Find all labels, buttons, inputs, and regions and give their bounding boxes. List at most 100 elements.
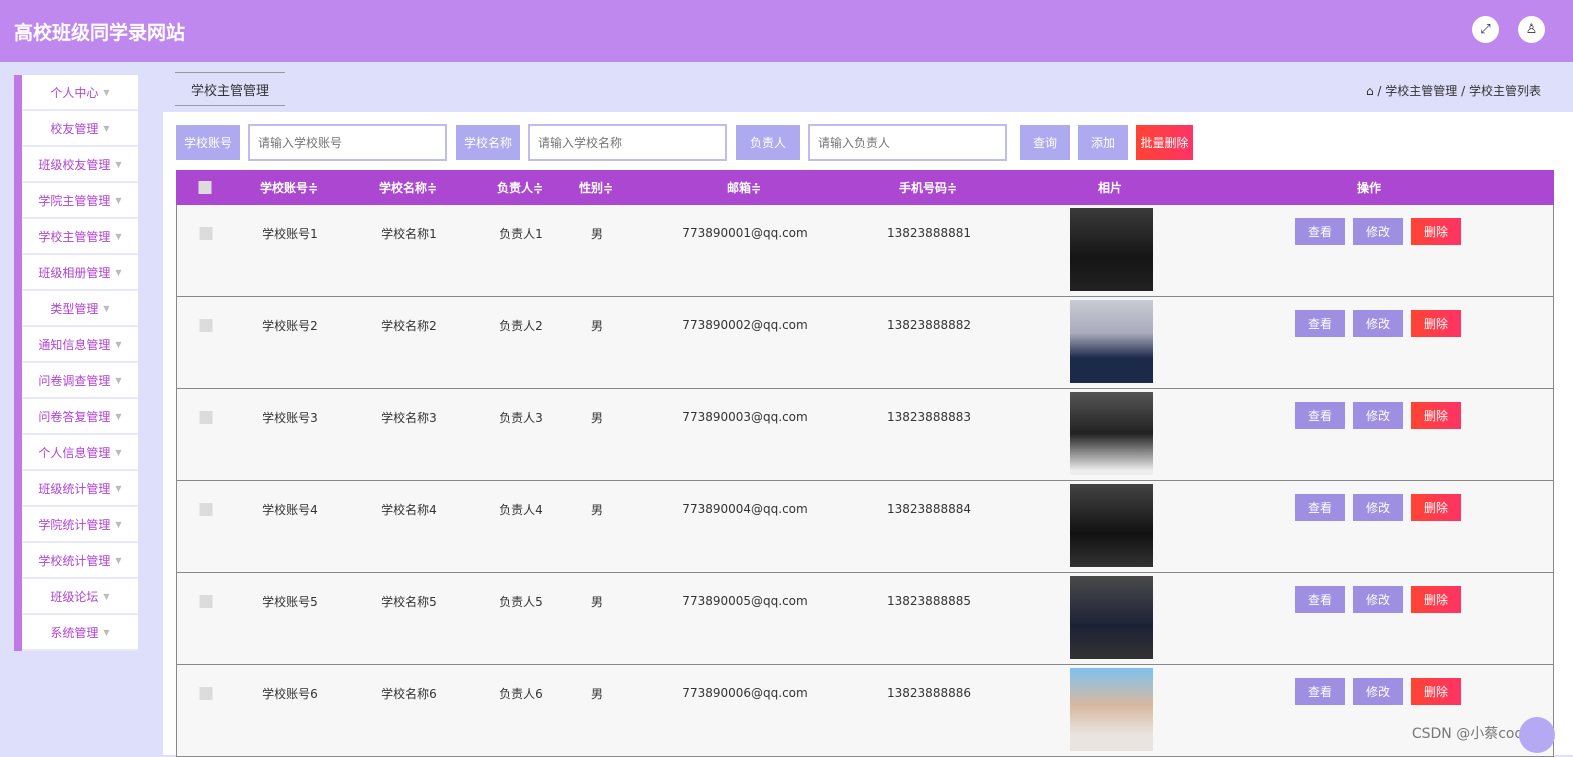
cell-email: 773890003@qq.com <box>682 410 808 424</box>
sidebar-item[interactable]: 班级相册管理 ▼ <box>22 255 138 291</box>
sidebar-item[interactable]: 问卷答复管理 ▼ <box>22 399 138 435</box>
cell-owner: 负责人2 <box>499 318 543 333</box>
delete-button[interactable]: 删除 <box>1411 494 1461 521</box>
sidebar-item[interactable]: 学校统计管理 ▼ <box>22 543 138 579</box>
row-checkbox[interactable] <box>199 483 213 535</box>
delete-button[interactable]: 删除 <box>1411 310 1461 337</box>
photo-thumbnail[interactable] <box>1070 668 1153 751</box>
edit-button[interactable]: 修改 <box>1353 402 1403 429</box>
sidebar-item[interactable]: 系统管理 ▼ <box>22 615 138 651</box>
sidebar-item-label: 系统管理 <box>50 625 99 640</box>
caret-down-icon: ▼ <box>103 627 110 637</box>
view-button[interactable]: 查看 <box>1295 678 1345 705</box>
cell-email: 773890001@qq.com <box>682 226 808 240</box>
edit-button[interactable]: 修改 <box>1353 586 1403 613</box>
cell-name: 学校名称4 <box>381 502 437 517</box>
table-row: 学校账号5 学校名称5 负责人5 男 773890005@qq.com 138238888… <box>176 573 1554 665</box>
sidebar-item[interactable]: 通知信息管理 ▼ <box>22 327 138 363</box>
photo-thumbnail[interactable] <box>1070 392 1153 475</box>
owner-label: 负责人 <box>736 125 800 160</box>
table-row: 学校账号1 学校名称1 负责人1 男 773890001@qq.com 138238888… <box>176 205 1554 297</box>
select-all-checkbox[interactable] <box>198 170 212 205</box>
cell-name: 学校名称1 <box>381 226 437 241</box>
cell-account: 学校账号1 <box>262 226 318 241</box>
sidebar-item-label: 学校主管管理 <box>38 229 111 244</box>
photo-thumbnail[interactable] <box>1070 484 1153 567</box>
column-header[interactable]: 性别≑ <box>579 170 613 205</box>
sidebar-item[interactable]: 学院统计管理 ▼ <box>22 507 138 543</box>
breadcrumb-item[interactable]: 学校主管管理 <box>1385 84 1457 98</box>
cell-account: 学校账号2 <box>262 318 318 333</box>
cell-account: 学校账号3 <box>262 410 318 425</box>
school-name-input[interactable] <box>528 124 727 161</box>
cell-account: 学校账号5 <box>262 594 318 609</box>
school-account-input[interactable] <box>248 124 447 161</box>
sidebar-item[interactable]: 个人中心 ▼ <box>22 75 138 111</box>
sidebar-item[interactable]: 学校主管管理 ▼ <box>22 219 138 255</box>
photo-thumbnail[interactable] <box>1070 208 1153 291</box>
cell-gender: 男 <box>590 318 604 333</box>
view-button[interactable]: 查看 <box>1295 586 1345 613</box>
add-button[interactable]: 添加 <box>1078 125 1128 160</box>
view-button[interactable]: 查看 <box>1295 494 1345 521</box>
table-row: 学校账号2 学校名称2 负责人2 男 773890002@qq.com 138238888… <box>176 297 1554 389</box>
view-button[interactable]: 查看 <box>1295 310 1345 337</box>
cell-owner: 负责人5 <box>499 594 543 609</box>
tab-school-manager[interactable]: 学校主管管理 <box>175 72 285 106</box>
cell-email: 773890005@qq.com <box>682 594 808 608</box>
user-icon[interactable]: ♙ <box>1518 16 1545 43</box>
sidebar-item[interactable]: 类型管理 ▼ <box>22 291 138 327</box>
row-checkbox[interactable] <box>199 207 213 259</box>
delete-button[interactable]: 删除 <box>1411 678 1461 705</box>
cell-phone: 13823888882 <box>887 318 971 332</box>
photo-thumbnail[interactable] <box>1070 576 1153 659</box>
sidebar-item[interactable]: 班级论坛 ▼ <box>22 579 138 615</box>
delete-button[interactable]: 删除 <box>1411 402 1461 429</box>
view-button[interactable]: 查看 <box>1295 402 1345 429</box>
caret-down-icon: ▼ <box>103 123 110 133</box>
edit-button[interactable]: 修改 <box>1353 310 1403 337</box>
batch-delete-button[interactable]: 批量删除 <box>1136 125 1193 160</box>
caret-down-icon: ▼ <box>115 195 122 205</box>
edit-button[interactable]: 修改 <box>1353 494 1403 521</box>
delete-button[interactable]: 删除 <box>1411 218 1461 245</box>
column-header[interactable]: 学校名称≑ <box>379 170 437 205</box>
view-button[interactable]: 查看 <box>1295 218 1345 245</box>
sidebar-item[interactable]: 班级校友管理 ▼ <box>22 147 138 183</box>
cell-owner: 负责人3 <box>499 410 543 425</box>
sidebar-item-label: 问卷答复管理 <box>38 409 111 424</box>
row-checkbox[interactable] <box>199 667 213 719</box>
photo-thumbnail[interactable] <box>1070 300 1153 383</box>
edit-button[interactable]: 修改 <box>1353 218 1403 245</box>
caret-down-icon: ▼ <box>115 483 122 493</box>
owner-input[interactable] <box>808 124 1007 161</box>
floating-button[interactable] <box>1519 717 1555 753</box>
query-button[interactable]: 查询 <box>1020 125 1070 160</box>
sidebar-item[interactable]: 校友管理 ▼ <box>22 111 138 147</box>
row-checkbox[interactable] <box>199 575 213 627</box>
sidebar-item[interactable]: 问卷调查管理 ▼ <box>22 363 138 399</box>
edit-button[interactable]: 修改 <box>1353 678 1403 705</box>
cell-gender: 男 <box>590 686 604 701</box>
sidebar-item[interactable]: 个人信息管理 ▼ <box>22 435 138 471</box>
caret-down-icon: ▼ <box>115 339 122 349</box>
sidebar-item[interactable]: 学院主管管理 ▼ <box>22 183 138 219</box>
column-header[interactable]: 学校账号≑ <box>260 170 318 205</box>
sidebar-item[interactable]: 班级统计管理 ▼ <box>22 471 138 507</box>
row-checkbox[interactable] <box>199 299 213 351</box>
cell-phone: 13823888885 <box>887 594 971 608</box>
column-header[interactable]: 负责人≑ <box>497 170 543 205</box>
sidebar-item-label: 学院主管管理 <box>38 193 111 208</box>
cell-gender: 男 <box>590 226 604 241</box>
home-icon[interactable]: ⌂ <box>1366 84 1374 98</box>
delete-button[interactable]: 删除 <box>1411 586 1461 613</box>
caret-down-icon: ▼ <box>115 375 122 385</box>
sidebar-item-label: 类型管理 <box>50 301 99 316</box>
table-row: 学校账号3 学校名称3 负责人3 男 773890003@qq.com 138238888… <box>176 389 1554 481</box>
top-header: 高校班级同学录网站 ⤢ ♙ <box>0 0 1573 62</box>
column-header[interactable]: 手机号码≑ <box>899 170 957 205</box>
sidebar-menu: 个人中心 ▼ 校友管理 ▼ 班级校友管理 ▼ 学院主管管理 ▼ 学校主管管理 ▼ 班级相册管理 ▼ 类型… <box>14 75 138 651</box>
fullscreen-icon[interactable]: ⤢ <box>1472 16 1499 43</box>
column-header[interactable]: 邮箱≑ <box>727 170 761 205</box>
row-checkbox[interactable] <box>199 391 213 443</box>
